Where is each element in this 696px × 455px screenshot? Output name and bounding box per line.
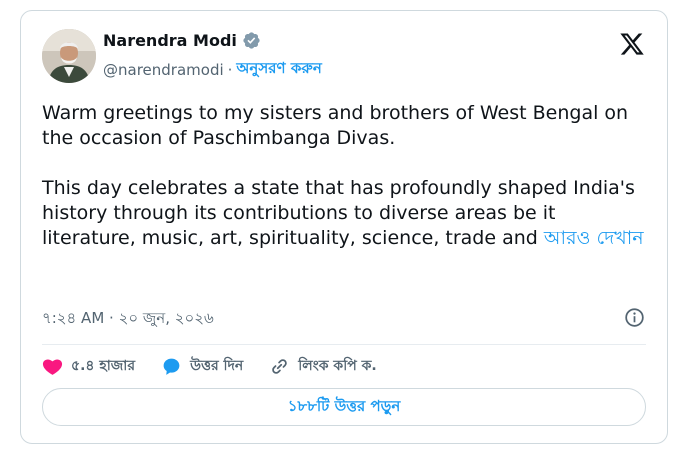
reply-label: উত্তর দিন [190,358,244,374]
copy-link-label: লিংক কপি ক. [298,358,377,374]
info-icon[interactable] [624,307,645,328]
copy-link-button[interactable]: লিংক কপি ক. [269,354,377,378]
link-icon [272,358,288,374]
avatar-image [42,29,96,83]
author-handle-row: @narendramodi · অনুসরণ করুন [103,57,322,82]
reply-button[interactable]: উত্তর দিন [161,354,243,378]
read-replies-button[interactable]: ১৮৮টি উত্তর পড়ুন [42,388,646,426]
tweet-card: Narendra Modi @narendramodi · অনুসরণ করু… [20,10,668,444]
avatar[interactable] [42,29,96,83]
divider [42,344,646,345]
tweet-paragraph-2: This day celebrates a state that has pro… [42,176,652,251]
heart-icon [42,358,63,375]
author-name[interactable]: Narendra Modi [103,31,237,50]
speech-bubble-icon [163,358,180,375]
x-logo-icon[interactable] [619,31,645,57]
show-more-link[interactable]: আরও দেখান [544,227,644,249]
like-count: ৫.৪ হাজার [71,358,136,374]
follow-button[interactable]: অনুসরণ করুন [236,57,321,82]
read-replies-label: ১৮৮টি উত্তর পড়ুন [287,396,401,415]
action-bar: ৫.৪ হাজার উত্তর দিন লিংক কপি ক. [42,354,403,378]
timestamp[interactable]: ৭:২৪ AM · ২০ জুন, ২০২৬ [42,307,214,332]
separator-dot: · [227,60,233,79]
tweet-text: Warm greetings to my sisters and brother… [42,101,652,251]
author-name-row: Narendra Modi [103,31,261,50]
verified-badge-icon [243,32,260,49]
author-handle[interactable]: @narendramodi [103,61,224,79]
tweet-paragraph-1: Warm greetings to my sisters and brother… [42,102,629,149]
like-button[interactable]: ৫.৪ হাজার [42,354,135,378]
